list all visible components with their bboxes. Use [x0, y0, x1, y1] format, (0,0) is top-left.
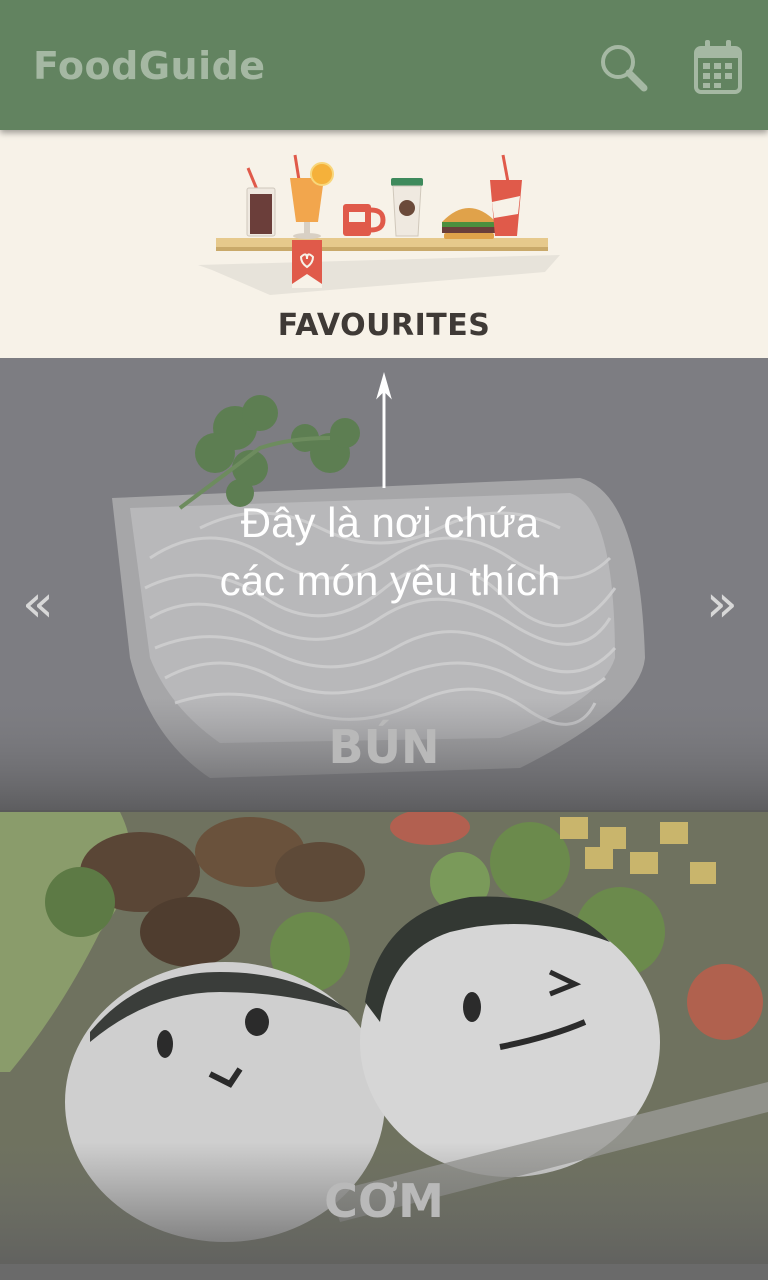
tutorial-hint-line-1: Đây là nơi chứa: [240, 499, 540, 546]
favourites-shelf-illustration: [198, 154, 560, 295]
category-label-bun: BÚN: [328, 720, 440, 774]
calendar-button[interactable]: [694, 38, 742, 94]
tutorial-hint-line-2: các món yêu thích: [219, 557, 561, 604]
next-arrow-button[interactable]: »: [706, 578, 738, 630]
next-card-edge: [0, 1264, 768, 1280]
favourites-label: FAVOURITES: [277, 308, 491, 343]
calendar-icon: [694, 40, 742, 94]
search-icon: [601, 45, 648, 92]
category-label-com: CƠM: [324, 1174, 444, 1228]
arrow-up-icon: [376, 372, 392, 489]
search-button[interactable]: [598, 42, 650, 94]
app-bar: FoodGuide: [0, 0, 768, 130]
category-card-com[interactable]: CƠM: [0, 812, 768, 1264]
favourites-banner[interactable]: FAVOURITES: [0, 130, 768, 358]
app-title: FoodGuide: [33, 44, 266, 88]
prev-arrow-button[interactable]: «: [22, 578, 54, 630]
